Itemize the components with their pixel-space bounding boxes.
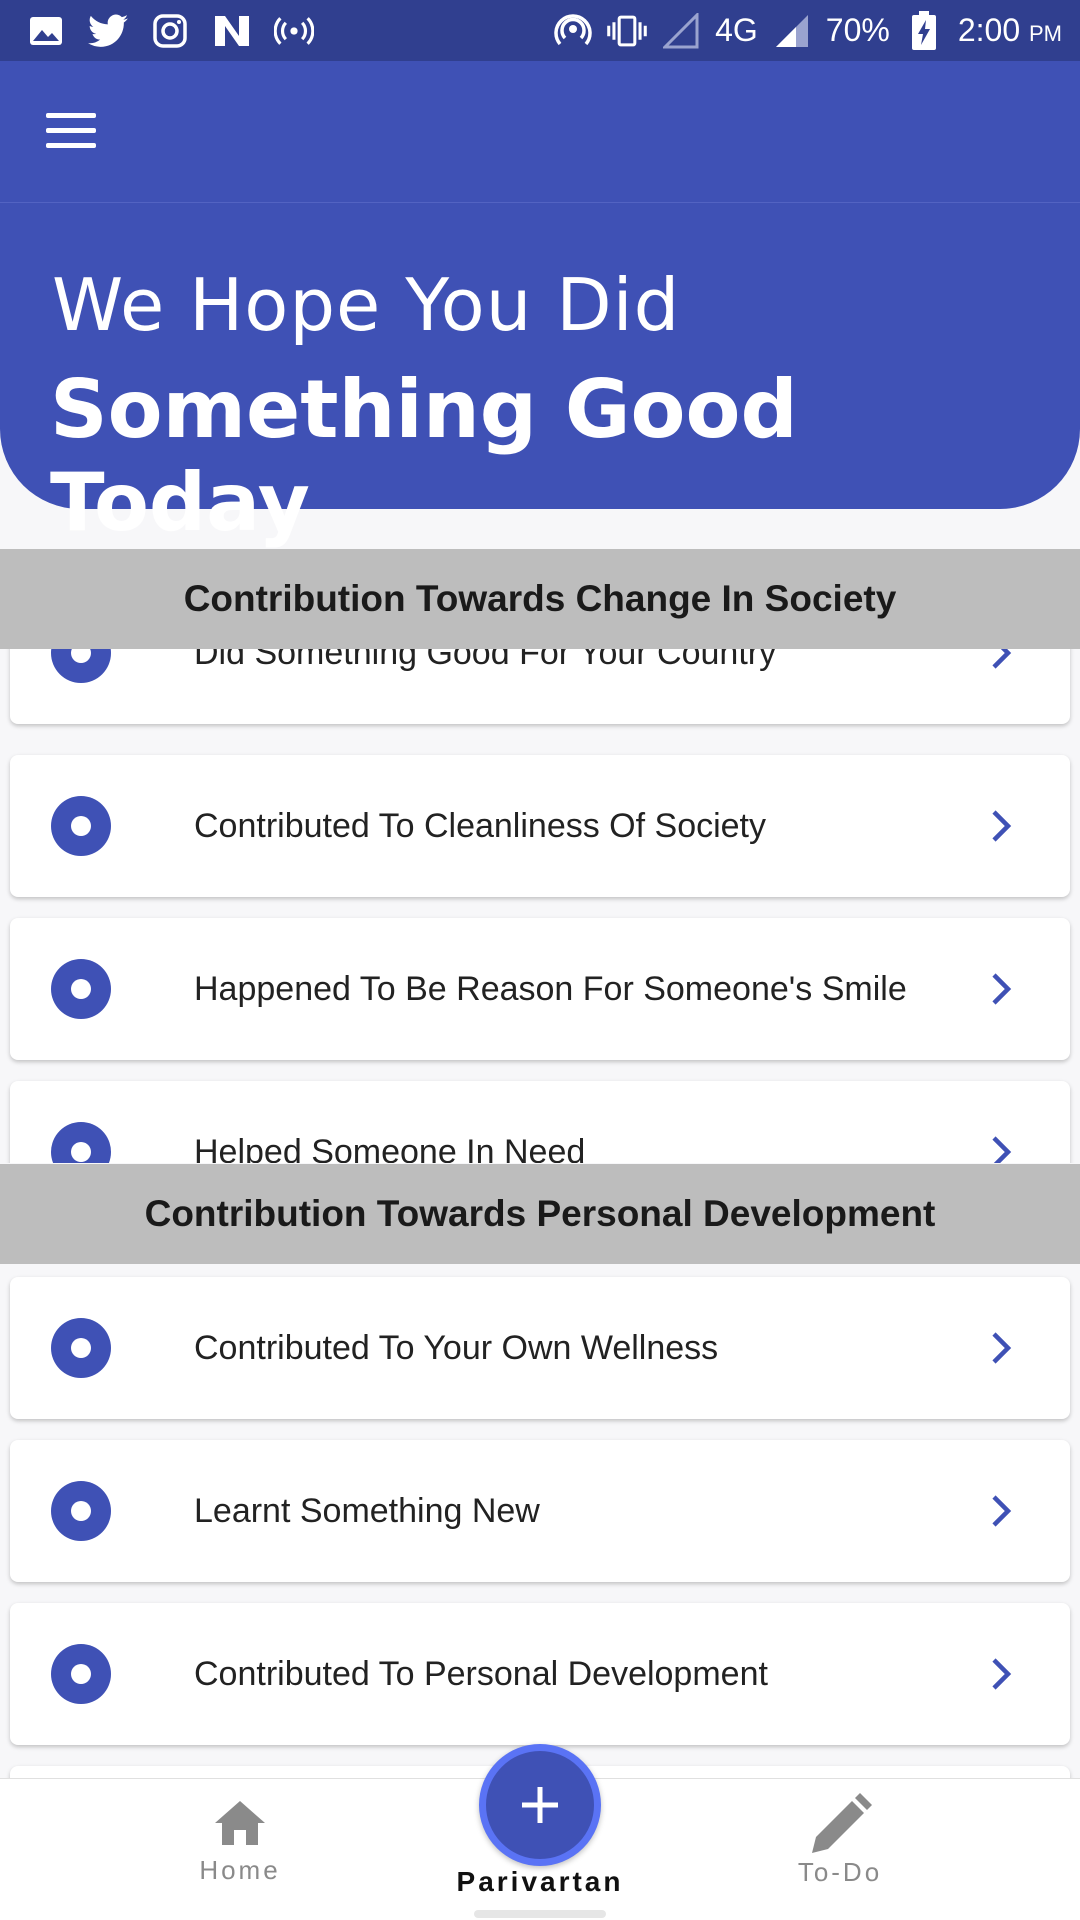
list-item-label: Learnt Something New bbox=[194, 1491, 540, 1530]
list-item[interactable]: Contributed To Cleanliness Of Society bbox=[10, 755, 1070, 897]
society-list: Did Something Good For Your Country Cont… bbox=[0, 649, 1080, 1163]
list-item-label: Happened To Be Reason For Someone's Smil… bbox=[194, 969, 907, 1008]
app-bar bbox=[0, 61, 1080, 203]
list-item-label: Contributed To Your Own Wellness bbox=[194, 1328, 719, 1367]
list-item[interactable]: Contributed To Personal Development bbox=[10, 1603, 1070, 1745]
radio-dot-icon bbox=[51, 1318, 111, 1378]
battery-percent: 70% bbox=[825, 12, 890, 48]
signal-icon bbox=[772, 13, 812, 49]
nav-home[interactable]: Home bbox=[140, 1779, 340, 1920]
chevron-right-icon bbox=[992, 1658, 1012, 1690]
image-icon bbox=[26, 13, 66, 49]
list-item-label: Contributed To Cleanliness Of Society bbox=[194, 806, 767, 845]
vibrate-icon bbox=[607, 13, 647, 49]
home-indicator bbox=[474, 1910, 606, 1918]
clock-time: 2:00 bbox=[957, 12, 1021, 48]
list-item-label: Contributed To Personal Development bbox=[194, 1654, 768, 1693]
list-item[interactable]: Did Something Good For Your Country bbox=[10, 649, 1070, 724]
list-item[interactable]: Happened To Be Reason For Someone's Smil… bbox=[10, 918, 1070, 1060]
instagram-icon bbox=[150, 13, 190, 49]
status-bar: 4G 70% 2:00 PM bbox=[0, 0, 1080, 61]
signal-empty-icon bbox=[661, 12, 701, 49]
nav-parivartan-label[interactable]: Parivartan bbox=[440, 1866, 640, 1898]
chevron-right-icon bbox=[992, 1332, 1012, 1364]
nav-home-label: Home bbox=[199, 1855, 281, 1885]
chevron-right-icon bbox=[992, 810, 1012, 842]
radio-dot-icon bbox=[51, 796, 111, 856]
network-type: 4G bbox=[715, 12, 758, 48]
chevron-right-icon bbox=[992, 649, 1012, 669]
pencil-icon bbox=[812, 1793, 872, 1853]
radio-dot-icon bbox=[51, 649, 111, 683]
nav-todo[interactable]: To-Do bbox=[740, 1779, 940, 1920]
hero-title: Something Good Today bbox=[50, 363, 798, 549]
chevron-right-icon bbox=[992, 1136, 1012, 1163]
add-button[interactable] bbox=[479, 1744, 601, 1866]
hotspot-icon bbox=[274, 13, 314, 49]
radio-dot-icon bbox=[51, 1481, 111, 1541]
radio-dot-icon bbox=[51, 1644, 111, 1704]
list-item-label: Did Something Good For Your Country bbox=[194, 649, 777, 672]
battery-charging-icon bbox=[904, 10, 944, 50]
list-item-label: Helped Someone In Need bbox=[194, 1132, 586, 1164]
hero-banner: We Hope You Did Something Good Today bbox=[0, 203, 1080, 549]
section-header-society: Contribution Towards Change In Society bbox=[0, 549, 1080, 649]
list-item[interactable]: Learnt Something New bbox=[10, 1440, 1070, 1582]
clock-ampm: PM bbox=[1029, 21, 1062, 46]
clock: 2:00 PM bbox=[958, 12, 1062, 49]
list-item[interactable]: Helped Someone In Need bbox=[10, 1081, 1070, 1163]
plus-icon bbox=[522, 1787, 558, 1823]
n-app-icon bbox=[212, 13, 252, 49]
nav-todo-label: To-Do bbox=[797, 1857, 883, 1887]
section-header-personal: Contribution Towards Personal Developmen… bbox=[0, 1164, 1080, 1264]
radio-dot-icon bbox=[51, 959, 111, 1019]
list-item[interactable]: Contributed To Your Own Wellness bbox=[10, 1277, 1070, 1419]
nfc-icon bbox=[553, 13, 593, 49]
radio-dot-icon bbox=[51, 1122, 111, 1163]
hero-subtitle: We Hope You Did bbox=[52, 263, 681, 347]
chevron-right-icon bbox=[992, 973, 1012, 1005]
hamburger-menu-icon[interactable] bbox=[46, 113, 96, 149]
chevron-right-icon bbox=[992, 1495, 1012, 1527]
twitter-icon bbox=[88, 13, 128, 49]
home-icon bbox=[215, 1801, 265, 1845]
